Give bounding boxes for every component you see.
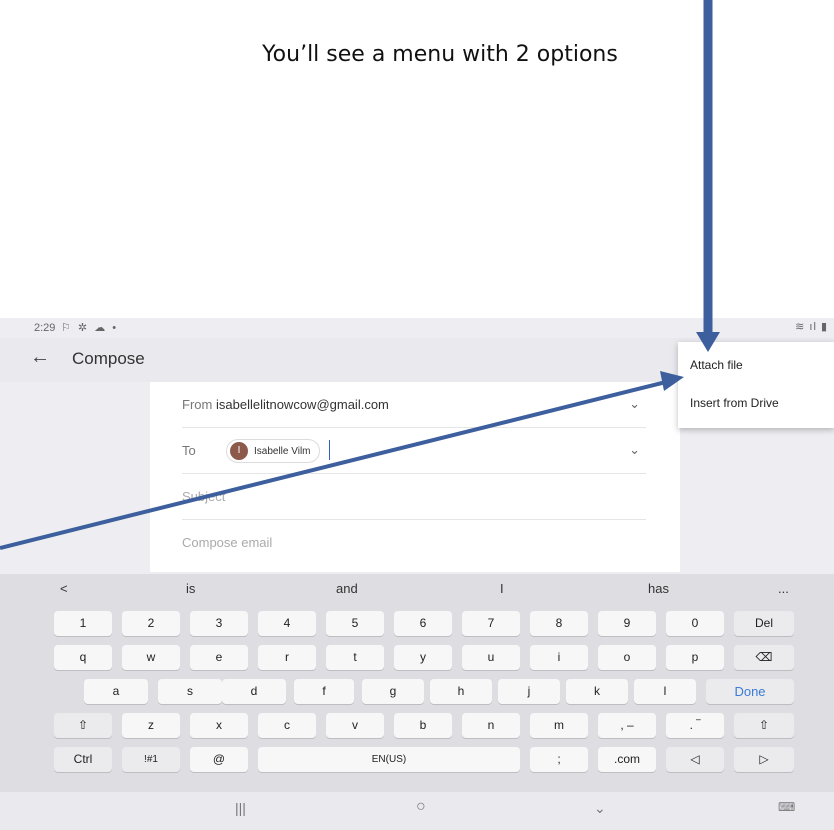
from-label: From (182, 397, 213, 412)
key[interactable]: 6 (394, 611, 452, 636)
at-key[interactable]: @ (190, 747, 248, 772)
chevron-down-icon[interactable]: ⌄ (629, 396, 640, 412)
suggestion-word[interactable]: has (648, 581, 669, 596)
key[interactable]: h (430, 679, 492, 704)
chevron-down-icon[interactable]: ⌄ (629, 442, 640, 458)
key[interactable]: w (122, 645, 180, 670)
back-icon[interactable]: ⌄ (594, 800, 606, 817)
instruction-caption: You’ll see a menu with 2 options (262, 42, 618, 67)
on-screen-keyboard: < is and I has ... 1 2 3 4 5 6 7 8 9 0 D… (0, 574, 834, 792)
key[interactable]: 5 (326, 611, 384, 636)
key[interactable]: i (530, 645, 588, 670)
key[interactable]: y (394, 645, 452, 670)
insert-from-drive-option[interactable]: Insert from Drive (678, 384, 834, 422)
from-value: isabellelitnowcow@gmail.com (216, 397, 389, 412)
key[interactable]: k (566, 679, 628, 704)
shift-left-icon[interactable]: ⇧ (54, 713, 112, 738)
subject-placeholder: Subject (182, 489, 226, 504)
notification-icons: ⚐ ✲ ☁ • (61, 322, 119, 334)
delete-key[interactable]: Del (734, 611, 794, 636)
tutorial-screenshot: You’ll see a menu with 2 options 2:29 ⚐ … (0, 0, 834, 830)
suggestion-word[interactable]: I (500, 581, 504, 596)
key[interactable]: q (54, 645, 112, 670)
space-bar[interactable]: EN(US) (258, 747, 520, 772)
home-icon[interactable]: ○ (416, 798, 426, 816)
from-row[interactable]: From isabellelitnowcow@gmail.com ⌄ (182, 382, 646, 428)
recipient-name: Isabelle Vilm (254, 445, 311, 457)
suggestion-more[interactable]: ... (778, 581, 789, 596)
subject-field[interactable]: Subject (182, 474, 646, 520)
keyboard-icon[interactable]: ⌨ (778, 800, 795, 814)
cursor-right-icon[interactable]: ▷ (734, 747, 794, 772)
key[interactable]: 2 (122, 611, 180, 636)
cursor-left-icon[interactable]: ◁ (666, 747, 724, 772)
to-row[interactable]: To I Isabelle Vilm ⌄ (182, 428, 646, 474)
key[interactable]: 4 (258, 611, 316, 636)
ctrl-key[interactable]: Ctrl (54, 747, 112, 772)
status-bar: 2:29 ⚐ ✲ ☁ • ≋ ıl ▮ (0, 318, 834, 338)
key[interactable]: f (294, 679, 354, 704)
key[interactable]: n (462, 713, 520, 738)
key[interactable]: , – (598, 713, 656, 738)
key[interactable]: s (158, 679, 222, 704)
avatar: I (230, 442, 248, 460)
signal-battery-icons: ≋ ıl ▮ (795, 321, 828, 333)
semicolon-key[interactable]: ; (530, 747, 588, 772)
key[interactable]: 9 (598, 611, 656, 636)
key[interactable]: 0 (666, 611, 724, 636)
key[interactable]: . ‾ (666, 713, 724, 738)
symbols-key[interactable]: !#1 (122, 747, 180, 772)
suggestion-word[interactable]: is (186, 581, 195, 596)
key[interactable]: e (190, 645, 248, 670)
to-label: To (182, 443, 196, 458)
body-placeholder: Compose email (182, 535, 273, 550)
key[interactable]: t (326, 645, 384, 670)
key[interactable]: p (666, 645, 724, 670)
key[interactable]: o (598, 645, 656, 670)
suggestion-bar: < is and I has ... (0, 574, 834, 604)
tablet-screen: 2:29 ⚐ ✲ ☁ • ≋ ıl ▮ ← Compose From isabe… (0, 318, 834, 830)
attach-menu: Attach file Insert from Drive (678, 342, 834, 428)
key[interactable]: r (258, 645, 316, 670)
key[interactable]: x (190, 713, 248, 738)
key[interactable]: a (84, 679, 148, 704)
key[interactable]: v (326, 713, 384, 738)
suggestion-collapse[interactable]: < (60, 581, 68, 596)
back-arrow-icon[interactable]: ← (30, 346, 60, 374)
status-time: 2:29 (34, 322, 56, 334)
text-cursor (329, 440, 330, 460)
recent-apps-icon[interactable]: ||| (235, 800, 246, 816)
attach-file-option[interactable]: Attach file (678, 346, 834, 384)
key[interactable]: u (462, 645, 520, 670)
key[interactable]: g (362, 679, 424, 704)
suggestion-word[interactable]: and (336, 581, 358, 596)
key[interactable]: m (530, 713, 588, 738)
key[interactable]: c (258, 713, 316, 738)
compose-body-field[interactable]: Compose email (182, 520, 646, 566)
page-title: Compose (72, 349, 145, 368)
backspace-icon[interactable]: ⌫ (734, 645, 794, 670)
dotcom-key[interactable]: .com (598, 747, 656, 772)
key[interactable]: d (222, 679, 286, 704)
key[interactable]: 3 (190, 611, 248, 636)
done-button[interactable]: Done (706, 679, 794, 704)
key[interactable]: 8 (530, 611, 588, 636)
key[interactable]: 7 (462, 611, 520, 636)
key[interactable]: z (122, 713, 180, 738)
compose-form: From isabellelitnowcow@gmail.com ⌄ To I … (150, 382, 680, 572)
key[interactable]: l (634, 679, 696, 704)
recipient-chip[interactable]: I Isabelle Vilm (226, 439, 320, 463)
system-nav-bar: ||| ○ ⌄ ⌨ (0, 792, 834, 830)
key[interactable]: 1 (54, 611, 112, 636)
key[interactable]: b (394, 713, 452, 738)
shift-right-icon[interactable]: ⇧ (734, 713, 794, 738)
key[interactable]: j (498, 679, 560, 704)
